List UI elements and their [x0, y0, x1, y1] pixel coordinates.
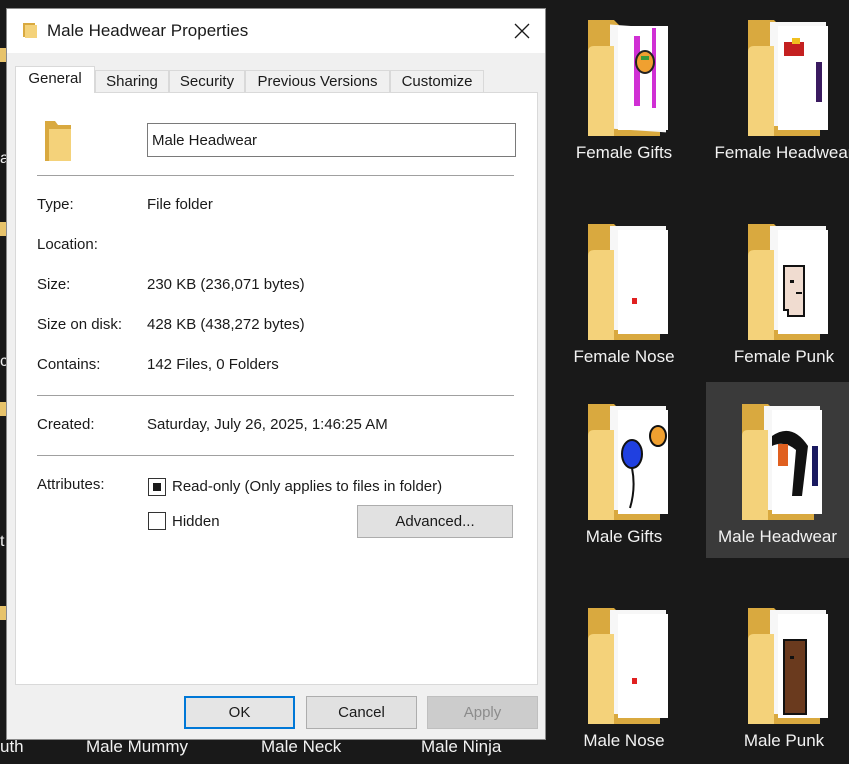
partial-folder-label: t [0, 533, 5, 550]
tab-previous-versions[interactable]: Previous Versions [245, 70, 390, 92]
dialog-title: Male Headwear Properties [47, 21, 249, 40]
tab-general[interactable]: General [15, 66, 95, 93]
folder-icon [23, 23, 37, 38]
created-label: Created: [37, 416, 95, 433]
separator [37, 395, 514, 396]
folder-female-nose[interactable]: Female Nose [554, 216, 694, 369]
attributes-label: Attributes: [37, 476, 105, 493]
separator [37, 455, 514, 456]
folder-label-male-neck[interactable]: Male Neck [261, 737, 341, 757]
tab-security[interactable]: Security [169, 70, 245, 92]
folder-male-punk[interactable]: Male Punk [714, 600, 849, 753]
folder-label-male-ninja[interactable]: Male Ninja [421, 737, 501, 757]
readonly-label[interactable]: Read-only (Only applies to files in fold… [172, 478, 442, 495]
folder-label: Male Headwear [717, 527, 838, 546]
folder-icon [588, 20, 668, 136]
contains-value: 142 Files, 0 Folders [147, 356, 279, 373]
ok-button[interactable]: OK [184, 696, 295, 729]
created-value: Saturday, July 26, 2025, 1:46:25 AM [147, 416, 388, 433]
folder-icon [748, 608, 828, 724]
folder-male-gifts[interactable]: Male Gifts [554, 396, 694, 549]
general-tab-panel [15, 92, 538, 685]
folder-male-headwear[interactable]: Male Headwear [706, 382, 849, 558]
advanced-button[interactable]: Advanced... [357, 505, 513, 538]
folder-icon [748, 20, 828, 136]
folder-female-gifts[interactable]: Female Gifts [554, 12, 694, 165]
folder-female-punk[interactable]: Female Punk [714, 216, 849, 369]
type-value: File folder [147, 196, 213, 213]
tab-sharing[interactable]: Sharing [95, 70, 169, 92]
nose-pixel-art-icon [632, 298, 637, 304]
size-label: Size: [37, 276, 71, 293]
folder-large-icon [45, 121, 71, 161]
folder-label: Male Nose [583, 731, 665, 750]
title-bar[interactable]: Male Headwear Properties [7, 9, 545, 53]
tab-customize[interactable]: Customize [390, 70, 484, 92]
folder-label: Male Gifts [585, 527, 663, 546]
size-on-disk-label: Size on disk: [37, 316, 123, 333]
properties-dialog: Male Headwear Properties General Sharing… [6, 8, 546, 740]
folder-icon [588, 224, 668, 340]
folder-label-partial[interactable]: uth [0, 737, 24, 757]
contains-label: Contains: [37, 356, 101, 373]
readonly-checkbox[interactable] [148, 478, 166, 496]
apply-button[interactable]: Apply [427, 696, 538, 729]
hidden-label[interactable]: Hidden [172, 513, 220, 530]
folder-label: Female Gifts [575, 143, 673, 162]
cancel-button[interactable]: Cancel [306, 696, 417, 729]
folder-label: Female Headwear [714, 143, 849, 162]
hidden-checkbox[interactable] [148, 512, 166, 530]
folder-label: Female Nose [573, 347, 675, 366]
separator [37, 175, 514, 176]
size-value: 230 KB (236,071 bytes) [147, 276, 305, 293]
size-on-disk-value: 428 KB (438,272 bytes) [147, 316, 305, 333]
close-icon [514, 23, 530, 39]
folder-icon [588, 608, 668, 724]
type-label: Type: [37, 196, 74, 213]
folder-name-input[interactable] [147, 123, 516, 157]
folder-label-male-mummy[interactable]: Male Mummy [86, 737, 188, 757]
location-label: Location: [37, 236, 98, 253]
folder-female-headwear[interactable]: Female Headwear [714, 12, 849, 165]
close-button[interactable] [499, 9, 545, 53]
folder-icon [748, 224, 828, 340]
folder-male-nose[interactable]: Male Nose [554, 600, 694, 753]
folder-label: Male Punk [743, 731, 825, 750]
punk-face-pixel-art-icon [783, 265, 805, 317]
folder-icon [588, 404, 668, 520]
dark-face-pixel-art-icon [783, 639, 807, 715]
nose-pixel-art-icon [632, 678, 637, 684]
folder-icon [741, 404, 822, 520]
folder-label: Female Punk [733, 347, 835, 366]
